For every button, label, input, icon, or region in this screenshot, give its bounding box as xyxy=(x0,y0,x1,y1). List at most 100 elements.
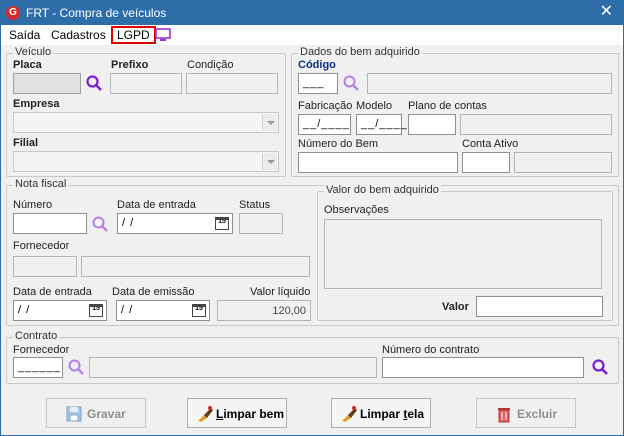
data-entrada2-mask: / / xyxy=(18,304,31,316)
menu-lgpd[interactable]: LGPD xyxy=(111,26,156,44)
numero-nf-label: Número xyxy=(13,199,53,211)
calendar-icon[interactable]: 15 xyxy=(192,304,206,317)
valor-bem-group: Valor do bem adquirido Observações Valor xyxy=(317,184,613,321)
eraser-brush-icon xyxy=(342,406,357,422)
limpar-bem-button[interactable]: Limpar bem xyxy=(187,398,287,428)
modelo-label: Modelo xyxy=(356,100,393,112)
fornecedor-contrato-mask: ______ xyxy=(18,361,61,373)
excluir-button[interactable]: Excluir xyxy=(476,398,576,428)
gravar-label: Gravar xyxy=(87,407,126,421)
limpar-tela-rest: ela xyxy=(407,407,425,421)
fornecedor-contrato-name xyxy=(89,357,377,378)
data-emissao-input[interactable]: / / 15 xyxy=(116,300,210,321)
condicao-input[interactable] xyxy=(186,73,278,94)
data-emissao-mask: / / xyxy=(121,304,134,316)
fabricacao-label: Fabricação xyxy=(298,100,353,112)
valor-liquido-input: 120,00 xyxy=(217,300,311,321)
valor-liquido-value: 120,00 xyxy=(272,305,306,317)
numero-contrato-label: Número do contrato xyxy=(382,344,480,356)
numero-nf-search-icon[interactable] xyxy=(91,215,109,233)
gravar-button[interactable]: Gravar xyxy=(46,398,146,428)
close-icon[interactable]: ✕ xyxy=(600,4,613,20)
conta-ativo-description xyxy=(514,152,612,173)
menu-saida[interactable]: Saída xyxy=(9,28,40,42)
fornecedor-contrato-label: Fornecedor xyxy=(13,344,70,356)
codigo-mask: ___ xyxy=(303,77,325,89)
data-entrada2-label: Data de entrada xyxy=(13,286,92,298)
calendar-icon[interactable]: 15 xyxy=(215,217,229,230)
valor-bem-legend: Valor do bem adquirido xyxy=(324,184,441,196)
data-entrada-label: Data de entrada xyxy=(117,199,196,211)
window-title: FRT - Compra de veículos xyxy=(26,6,167,20)
filial-select[interactable] xyxy=(13,151,279,172)
app-logo-icon: G xyxy=(6,6,20,20)
conta-ativo-label: Conta Ativo xyxy=(462,138,519,150)
limpar-tela-button[interactable]: Limpar tela xyxy=(331,398,431,428)
fornecedor-nf-code[interactable] xyxy=(13,256,77,277)
menu-cadastros[interactable]: Cadastros xyxy=(51,28,106,42)
nota-fiscal-legend: Nota fiscal xyxy=(13,178,69,190)
prefixo-input[interactable] xyxy=(110,73,182,94)
data-emissao-label: Data de emissão xyxy=(112,286,195,298)
limpar-bem-rest: impar bem xyxy=(223,407,285,421)
condicao-label: Condição xyxy=(187,59,234,71)
empresa-select[interactable] xyxy=(13,112,279,133)
modelo-input[interactable]: __/____ xyxy=(356,114,407,135)
numero-bem-input[interactable] xyxy=(298,152,458,173)
observacoes-textarea[interactable] xyxy=(324,219,602,289)
codigo-input[interactable]: ___ xyxy=(298,73,338,94)
contrato-group: Contrato Fornecedor ______ Número do con… xyxy=(6,330,619,384)
chevron-down-icon[interactable] xyxy=(262,153,277,170)
fornecedor-contrato-input[interactable]: ______ xyxy=(13,357,63,378)
save-icon xyxy=(66,406,82,422)
plano-contas-label: Plano de contas xyxy=(408,100,487,112)
data-entrada-input[interactable]: / / 15 xyxy=(117,213,233,234)
main-window: G FRT - Compra de veículos ✕ Saída Cadas… xyxy=(0,0,624,436)
title-bar: G FRT - Compra de veículos ✕ xyxy=(1,1,623,25)
monitor-icon[interactable] xyxy=(155,28,171,42)
veiculo-legend: Veículo xyxy=(13,46,54,58)
empresa-label: Empresa xyxy=(13,98,60,110)
codigo-description xyxy=(367,73,612,94)
fornecedor-nf-name xyxy=(81,256,310,277)
excluir-label: Excluir xyxy=(517,407,558,421)
eraser-brush-icon xyxy=(198,406,213,422)
status-label: Status xyxy=(239,199,271,211)
plano-contas-input[interactable] xyxy=(408,114,456,135)
valor-liquido-label: Valor líquido xyxy=(250,286,311,298)
limpar-tela-label: Limpar tela xyxy=(360,407,424,421)
veiculo-group: Veículo Placa Prefixo Condição Empresa F… xyxy=(6,46,286,177)
fabricacao-input[interactable]: __/____ xyxy=(298,114,351,135)
calendar-icon[interactable]: 15 xyxy=(89,304,103,317)
filial-label: Filial xyxy=(13,137,39,149)
conta-ativo-input[interactable] xyxy=(462,152,510,173)
contrato-legend: Contrato xyxy=(13,330,60,342)
placa-search-icon[interactable] xyxy=(85,74,103,92)
valor-label: Valor xyxy=(442,301,469,313)
fornecedor-contrato-search-icon[interactable] xyxy=(67,358,85,376)
numero-nf-input[interactable] xyxy=(13,213,87,234)
placa-label: Placa xyxy=(13,59,42,71)
placa-input[interactable] xyxy=(13,73,81,94)
trash-icon xyxy=(498,408,510,423)
limpar-bem-label: Limpar bem xyxy=(216,407,284,421)
numero-bem-label: Número do Bem xyxy=(298,138,379,150)
dados-bem-group: Dados do bem adquirido Código ___ Fabric… xyxy=(291,46,619,177)
codigo-label: Código xyxy=(298,59,336,71)
valor-input[interactable] xyxy=(476,296,603,317)
observacoes-label: Observações xyxy=(324,204,389,216)
data-entrada-mask: / / xyxy=(122,217,135,229)
data-entrada2-input[interactable]: / / 15 xyxy=(13,300,107,321)
fornecedor-nf-label: Fornecedor xyxy=(13,240,70,252)
limpar-tela-pre: Limpar xyxy=(360,407,404,421)
modelo-mask: __/____ xyxy=(361,118,408,130)
menu-bar: Saída Cadastros LGPD xyxy=(1,25,623,45)
codigo-search-icon[interactable] xyxy=(342,74,360,92)
chevron-down-icon[interactable] xyxy=(262,114,277,131)
numero-contrato-input[interactable] xyxy=(382,357,584,378)
numero-contrato-search-icon[interactable] xyxy=(591,358,609,376)
dados-bem-legend: Dados do bem adquirido xyxy=(298,46,422,58)
plano-contas-description xyxy=(460,114,612,135)
status-input xyxy=(239,213,283,234)
prefixo-label: Prefixo xyxy=(111,59,149,71)
